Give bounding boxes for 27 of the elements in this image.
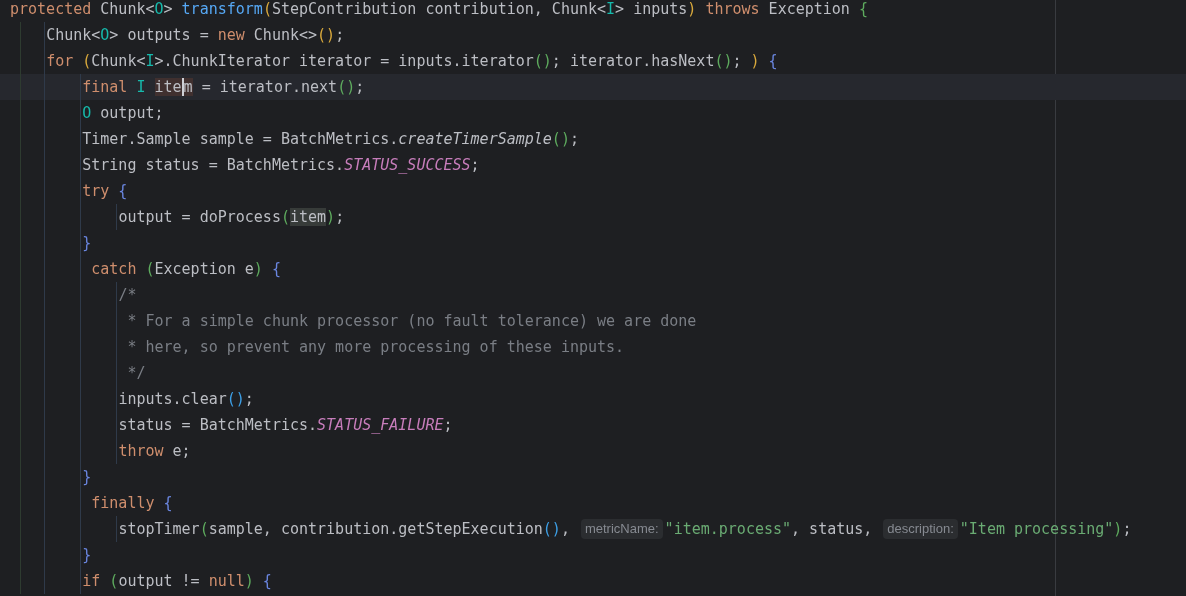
code-text: protected Chunk<O> transform(StepContribution contribution, Chunk<I> inputs) throws Exception {	[10, 0, 868, 18]
code-text: * here, so prevent any more processing of these inputs.	[127, 338, 625, 356]
code-text: final I item = iterator.next();	[82, 78, 365, 96]
code-text: try {	[82, 182, 128, 200]
code-text: String status = BatchMetrics.STATUS_SUCCESS;	[82, 156, 480, 174]
code-text: Chunk<O> outputs = new Chunk<>();	[46, 26, 345, 44]
code-text: */	[127, 364, 146, 382]
code-text: /*	[118, 286, 137, 304]
parameter-hint: description:	[883, 519, 958, 539]
code-text: throw e;	[118, 442, 191, 460]
code-text: status = BatchMetrics.STATUS_FAILURE;	[118, 416, 453, 434]
code-text: output = doProcess(item);	[118, 208, 345, 226]
code-text: * For a simple chunk processor (no fault tolerance) we are done	[127, 312, 697, 330]
code-text: O output;	[82, 104, 164, 122]
code-text: Timer.Sample sample = BatchMetrics.createTimerSample();	[82, 130, 579, 148]
code-text: finally {	[91, 494, 173, 512]
code-text: }	[82, 546, 92, 564]
code-text: }	[82, 468, 92, 486]
code-text: "item.process", status,	[664, 520, 873, 538]
code-text: }	[82, 234, 92, 252]
code-text: inputs.clear();	[118, 390, 254, 408]
parameter-hint: metricName:	[580, 519, 663, 539]
code-text: for (Chunk<I>.ChunkIterator iterator = inputs.iterator(); iterator.hasNext(); ) {	[46, 52, 778, 70]
code-text: if (output != null) {	[82, 572, 272, 590]
code-text: "Item processing");	[959, 520, 1132, 538]
code-text: catch (Exception e) {	[91, 260, 281, 278]
code-text: stopTimer(sample, contribution.getStepExecution(),	[118, 520, 570, 538]
